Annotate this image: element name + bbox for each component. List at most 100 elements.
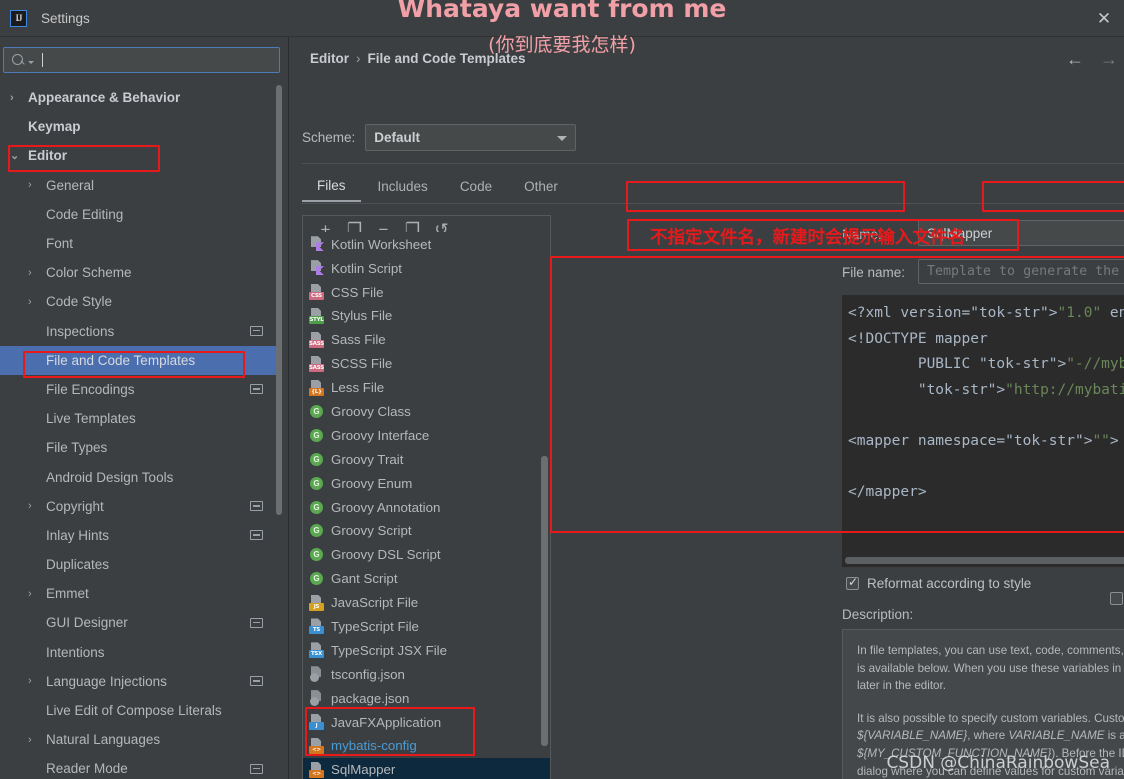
copy-settings-icon[interactable]	[250, 530, 263, 540]
template-tabs: FilesIncludesCodeOther	[302, 171, 573, 202]
sidebar-item-live-templates[interactable]: Live Templates	[0, 404, 281, 433]
sidebar-item-file-and-code-templates[interactable]: File and Code Templates	[0, 346, 281, 375]
tab-code[interactable]: Code	[445, 171, 507, 202]
template-list-item[interactable]: G Groovy Annotation	[303, 495, 550, 519]
template-list-item[interactable]: package.json	[303, 686, 550, 710]
chevron-icon[interactable]: ›	[28, 588, 41, 600]
chevron-icon[interactable]: ›	[28, 179, 41, 191]
file-type-icon: STYL	[309, 308, 324, 324]
sidebar-item-code-style[interactable]: ›Code Style	[0, 287, 281, 316]
template-list-item[interactable]: <>SqlMapper	[303, 758, 550, 779]
search-input[interactable]	[3, 47, 280, 73]
template-list-item[interactable]: JSJavaScript File	[303, 591, 550, 615]
template-list-item-label: tsconfig.json	[331, 667, 405, 682]
template-list-item[interactable]: SASSSass File	[303, 328, 550, 352]
search-dropdown-icon[interactable]	[28, 61, 34, 64]
sidebar-item-label: Color Scheme	[46, 265, 132, 280]
scheme-dropdown[interactable]: Default	[365, 124, 576, 151]
template-list-item[interactable]: GGroovy Trait	[303, 447, 550, 471]
sidebar-item-label: File and Code Templates	[46, 353, 195, 368]
template-list-item[interactable]: {L}Less File	[303, 376, 550, 400]
template-list-item[interactable]: TSXTypeScript JSX File	[303, 638, 550, 662]
sidebar-item-file-encodings[interactable]: File Encodings	[0, 375, 281, 404]
template-list-item[interactable]: JJavaFXApplication	[303, 710, 550, 734]
template-list-item-label: Groovy Enum	[331, 476, 412, 491]
desc-frag-b: , where	[967, 729, 1008, 742]
sidebar-item-editor[interactable]: ⌄Editor	[0, 141, 281, 170]
chevron-icon[interactable]: ›	[28, 675, 41, 687]
copy-settings-icon[interactable]	[250, 676, 263, 686]
sidebar-item-copyright[interactable]: ›Copyright	[0, 492, 281, 521]
copy-settings-icon[interactable]	[250, 326, 263, 336]
template-list-item[interactable]: GGroovy Class	[303, 400, 550, 424]
checkbox-icon[interactable]	[846, 577, 859, 590]
sidebar-item-intentions[interactable]: Intentions	[0, 638, 281, 667]
tab-includes[interactable]: Includes	[363, 171, 443, 202]
file-type-icon: G	[309, 523, 324, 538]
chevron-icon[interactable]: ›	[28, 267, 41, 279]
tab-files[interactable]: Files	[302, 171, 361, 202]
sidebar-item-file-types[interactable]: File Types	[0, 433, 281, 462]
sidebar-item-live-edit-of-compose-literals[interactable]: Live Edit of Compose Literals	[0, 696, 281, 725]
sidebar-item-label: Live Edit of Compose Literals	[46, 703, 222, 718]
sidebar-item-keymap[interactable]: Keymap	[0, 112, 281, 141]
back-arrow-icon[interactable]: ←	[1066, 49, 1084, 70]
sidebar-item-code-editing[interactable]: Code Editing	[0, 200, 281, 229]
chevron-icon[interactable]: ›	[28, 500, 41, 512]
template-list-item-label: Stylus File	[331, 308, 392, 323]
copy-settings-icon[interactable]	[250, 384, 263, 394]
reformat-checkbox[interactable]: Reformat according to style	[846, 576, 1031, 591]
sidebar-item-appearance-behavior[interactable]: ›Appearance & Behavior	[0, 83, 281, 112]
template-list-item[interactable]: SASSSCSS File	[303, 352, 550, 376]
template-list-item[interactable]: STYL Stylus File	[303, 304, 550, 328]
sidebar-item-font[interactable]: Font	[0, 229, 281, 258]
sidebar-item-natural-languages[interactable]: ›Natural Languages	[0, 725, 281, 754]
tab-other[interactable]: Other	[509, 171, 573, 202]
sidebar-item-reader-mode[interactable]: Reader Mode	[0, 754, 281, 779]
close-icon[interactable]: ✕	[1092, 6, 1116, 30]
sidebar-item-emmet[interactable]: ›Emmet	[0, 579, 281, 608]
copy-settings-icon[interactable]	[250, 764, 263, 774]
checkbox-icon[interactable]	[1110, 592, 1123, 605]
forward-arrow-icon[interactable]: →	[1100, 49, 1118, 70]
copy-settings-icon[interactable]	[250, 618, 263, 628]
template-list-item[interactable]: Kotlin Script	[303, 256, 550, 280]
chevron-icon[interactable]: ›	[28, 296, 41, 308]
sidebar-item-label: Android Design Tools	[46, 470, 173, 485]
sidebar-scrollbar[interactable]	[276, 85, 282, 515]
copy-settings-icon[interactable]	[250, 501, 263, 511]
template-list-item-label: Groovy Annotation	[331, 500, 440, 515]
file-type-icon: G	[309, 476, 324, 491]
template-list-item[interactable]: <>mybatis-config	[303, 734, 550, 758]
template-list-item[interactable]: TSTypeScript File	[303, 615, 550, 639]
template-list-item[interactable]: GGroovy DSL Script	[303, 543, 550, 567]
template-list-item[interactable]: Kotlin Worksheet	[303, 232, 550, 256]
chevron-icon[interactable]: ⌄	[10, 149, 23, 162]
breadcrumb-parent[interactable]: Editor	[310, 51, 349, 66]
chevron-icon[interactable]: ›	[28, 734, 41, 746]
sidebar-item-android-design-tools[interactable]: Android Design Tools	[0, 462, 281, 491]
file-type-icon: G	[309, 500, 324, 515]
text-caret	[42, 53, 43, 67]
live-templates-checkbox[interactable]: Enable Live Templates	[1110, 576, 1124, 621]
sidebar-item-gui-designer[interactable]: GUI Designer	[0, 608, 281, 637]
template-list-item[interactable]: GGroovy Script	[303, 519, 550, 543]
template-list-item[interactable]: GGroovy Interface	[303, 423, 550, 447]
template-list-item[interactable]: G Groovy Enum	[303, 471, 550, 495]
sidebar-item-duplicates[interactable]: Duplicates	[0, 550, 281, 579]
template-list-item[interactable]: tsconfig.json	[303, 662, 550, 686]
sidebar-item-inlay-hints[interactable]: Inlay Hints	[0, 521, 281, 550]
file-type-icon: G	[309, 428, 324, 443]
template-list-item[interactable]: GGant Script	[303, 567, 550, 591]
sidebar-item-color-scheme[interactable]: › Color Scheme	[0, 258, 281, 287]
file-name-input[interactable]: Template to generate the file name and p…	[918, 259, 1124, 284]
template-list-item[interactable]: CSSCSS File	[303, 280, 550, 304]
chevron-icon[interactable]: ›	[10, 92, 23, 104]
editor-horizontal-scrollbar[interactable]	[845, 557, 1124, 564]
sidebar-item-language-injections[interactable]: ›Language Injections	[0, 667, 281, 696]
sidebar-item-general[interactable]: ›General	[0, 171, 281, 200]
template-code-editor[interactable]: <?xml version="tok-str">"1.0" encoding="…	[842, 295, 1124, 567]
name-input[interactable]: SqlMapper	[918, 220, 1124, 246]
template-list-scrollbar[interactable]	[541, 456, 548, 746]
sidebar-item-inspections[interactable]: Inspections	[0, 317, 281, 346]
